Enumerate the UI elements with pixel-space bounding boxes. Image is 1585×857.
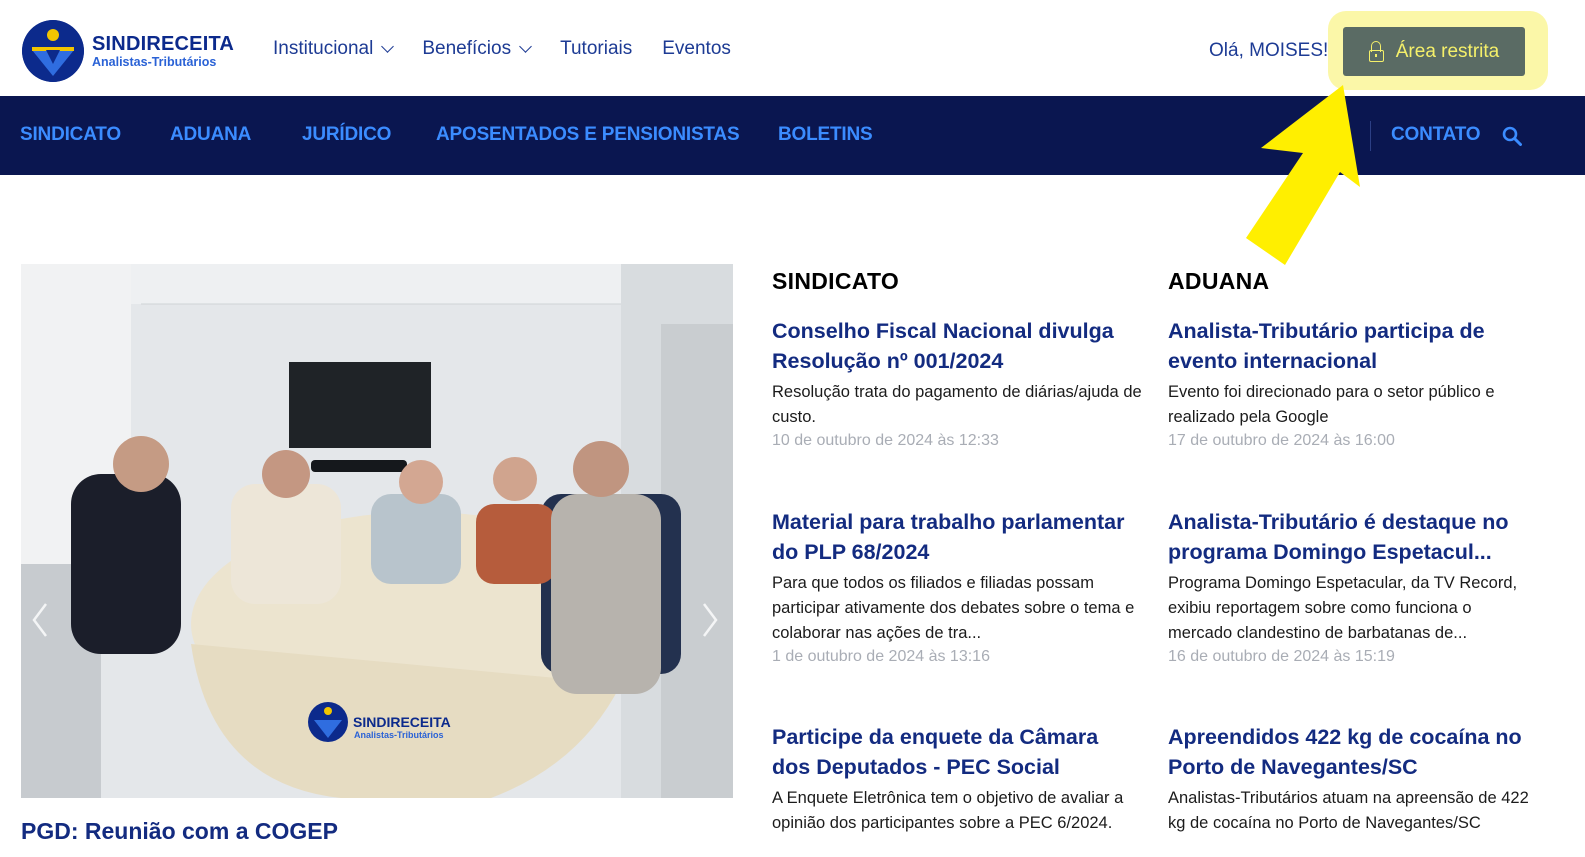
restricted-area-label: Área restrita (1395, 40, 1500, 62)
top-nav: Institucional Benefícios Tutoriais Event… (273, 38, 731, 60)
post-title[interactable]: Analista-Tributário é destaque no progra… (1168, 507, 1538, 567)
restricted-area-button[interactable]: Área restrita (1343, 27, 1525, 76)
list-item: Apreendidos 422 kg de cocaína no Porto d… (1168, 722, 1538, 836)
lock-icon (1368, 40, 1384, 62)
list-item: Material para trabalho parlamentar do PL… (772, 507, 1142, 666)
mainnav-contato[interactable]: CONTATO (1391, 124, 1481, 146)
mainnav-boletins[interactable]: BOLETINS (778, 124, 873, 146)
feature-photo[interactable]: SINDIRECEITA Analistas-Tributários (21, 264, 733, 798)
topnav-label: Eventos (662, 38, 731, 59)
post-title[interactable]: Material para trabalho parlamentar do PL… (772, 507, 1142, 567)
chevron-down-icon (519, 39, 532, 53)
section-aduana: ADUANA Analista-Tributário participa de … (1168, 268, 1538, 832)
search-icon[interactable] (1502, 126, 1522, 146)
feature-title[interactable]: PGD: Reunião com a COGEP (21, 818, 338, 845)
post-title[interactable]: Analista-Tributário participa de evento … (1168, 316, 1538, 376)
brand-name: SINDIRECEITA (92, 32, 235, 55)
mainnav-aposentados[interactable]: APOSENTADOS E PENSIONISTAS (436, 124, 740, 146)
post-summary: Evento foi direcionado para o setor públ… (1168, 383, 1495, 426)
post-title[interactable]: Apreendidos 422 kg de cocaína no Porto d… (1168, 722, 1538, 782)
section-sindicato: SINDICATO Conselho Fiscal Nacional divul… (772, 268, 1142, 832)
post-date: 10 de outubro de 2024 às 12:33 (772, 432, 999, 449)
topnav-tutoriais[interactable]: Tutoriais (560, 38, 632, 60)
post-summary: Para que todos os filiados e filiadas po… (772, 574, 1135, 642)
list-item: Conselho Fiscal Nacional divulga Resoluç… (772, 316, 1142, 450)
topnav-beneficios[interactable]: Benefícios (422, 38, 532, 60)
topnav-institucional[interactable]: Institucional (273, 38, 395, 60)
mainnav-sindicato[interactable]: SINDICATO (20, 124, 121, 146)
list-item: Analista-Tributário é destaque no progra… (1168, 507, 1538, 666)
site-logo[interactable]: SINDIRECEITA Analistas-Tributários (22, 20, 234, 82)
post-date: 1 de outubro de 2024 às 13:16 (772, 648, 990, 665)
photo-brand-name: SINDIRECEITA (353, 714, 451, 730)
user-greeting: Olá, MOISES! (1209, 40, 1329, 61)
mainnav-aduana[interactable]: ADUANA (170, 124, 251, 146)
chevron-left-icon[interactable] (30, 600, 50, 640)
list-item: Analista-Tributário participa de evento … (1168, 316, 1538, 450)
brand-tagline: Analistas-Tributários (92, 54, 217, 69)
arrow-annotation-icon (1246, 85, 1360, 265)
chevron-right-icon[interactable] (700, 600, 720, 640)
section-heading: SINDICATO (772, 268, 900, 294)
topnav-eventos[interactable]: Eventos (662, 38, 731, 60)
chevron-down-icon (381, 39, 395, 53)
post-summary: A Enquete Eletrônica tem o objetivo de a… (772, 789, 1124, 832)
mainnav-juridico[interactable]: JURÍDICO (302, 124, 391, 146)
logo-icon (22, 20, 84, 82)
post-title[interactable]: Participe da enquete da Câmara dos Deput… (772, 722, 1142, 782)
post-date: 17 de outubro de 2024 às 16:00 (1168, 432, 1395, 449)
topnav-label: Tutoriais (560, 38, 633, 59)
photo-brand-tagline: Analistas-Tributários (354, 730, 444, 740)
section-heading: ADUANA (1168, 268, 1270, 294)
list-item: Participe da enquete da Câmara dos Deput… (772, 722, 1142, 836)
post-summary: Analistas-Tributários atuam na apreensão… (1168, 789, 1529, 832)
topnav-label: Institucional (273, 38, 374, 59)
topnav-label: Benefícios (422, 38, 512, 59)
post-summary: Resolução trata do pagamento de diárias/… (772, 383, 1142, 426)
post-date: 16 de outubro de 2024 às 15:19 (1168, 648, 1395, 665)
post-summary: Programa Domingo Espetacular, da TV Reco… (1168, 574, 1518, 642)
post-title[interactable]: Conselho Fiscal Nacional divulga Resoluç… (772, 316, 1142, 376)
